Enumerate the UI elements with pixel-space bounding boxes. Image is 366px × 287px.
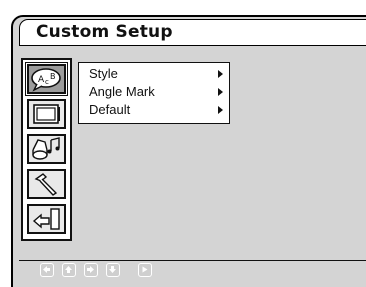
arrow-left-icon xyxy=(43,266,50,273)
category-audio[interactable] xyxy=(27,134,66,164)
hammer-icon xyxy=(34,173,58,196)
svg-text:A: A xyxy=(38,75,45,85)
menu-item-label: Style xyxy=(89,66,118,81)
menu-item-style[interactable]: Style xyxy=(89,66,225,82)
tv-screen-icon xyxy=(33,104,60,124)
exit-door-icon xyxy=(32,208,60,230)
options-menu: Style Angle Mark Default xyxy=(78,62,230,124)
page-title: Custom Setup xyxy=(36,22,173,42)
abc-speech-bubble-icon: A c B xyxy=(31,68,61,92)
arrow-down-icon xyxy=(109,266,116,273)
submenu-arrow-icon xyxy=(218,70,223,78)
play-icon xyxy=(142,266,148,273)
menu-item-label: Default xyxy=(89,102,131,117)
svg-text:B: B xyxy=(50,72,56,81)
arrow-right-icon xyxy=(87,266,94,273)
custom-setup-osd: Custom Setup A c B Style Angle Mark Defa… xyxy=(0,0,366,287)
nav-down-button[interactable] xyxy=(106,263,120,277)
submenu-arrow-icon xyxy=(218,106,223,114)
menu-item-label: Angle Mark xyxy=(89,84,155,99)
svg-text:c: c xyxy=(45,78,49,86)
category-exit[interactable] xyxy=(27,204,66,234)
arrow-up-icon xyxy=(65,266,72,273)
nav-play-button[interactable] xyxy=(138,263,152,277)
category-video[interactable] xyxy=(27,99,66,129)
speaker-music-icon xyxy=(32,137,60,160)
category-icon-column: A c B xyxy=(21,58,72,241)
nav-right-button[interactable] xyxy=(84,263,98,277)
nav-left-button[interactable] xyxy=(40,263,54,277)
nav-up-button[interactable] xyxy=(62,263,76,277)
category-language[interactable]: A c B xyxy=(25,62,68,96)
submenu-arrow-icon xyxy=(218,88,223,96)
menu-item-default[interactable]: Default xyxy=(89,102,225,118)
menu-item-angle-mark[interactable]: Angle Mark xyxy=(89,84,225,100)
category-setup[interactable] xyxy=(27,169,66,199)
